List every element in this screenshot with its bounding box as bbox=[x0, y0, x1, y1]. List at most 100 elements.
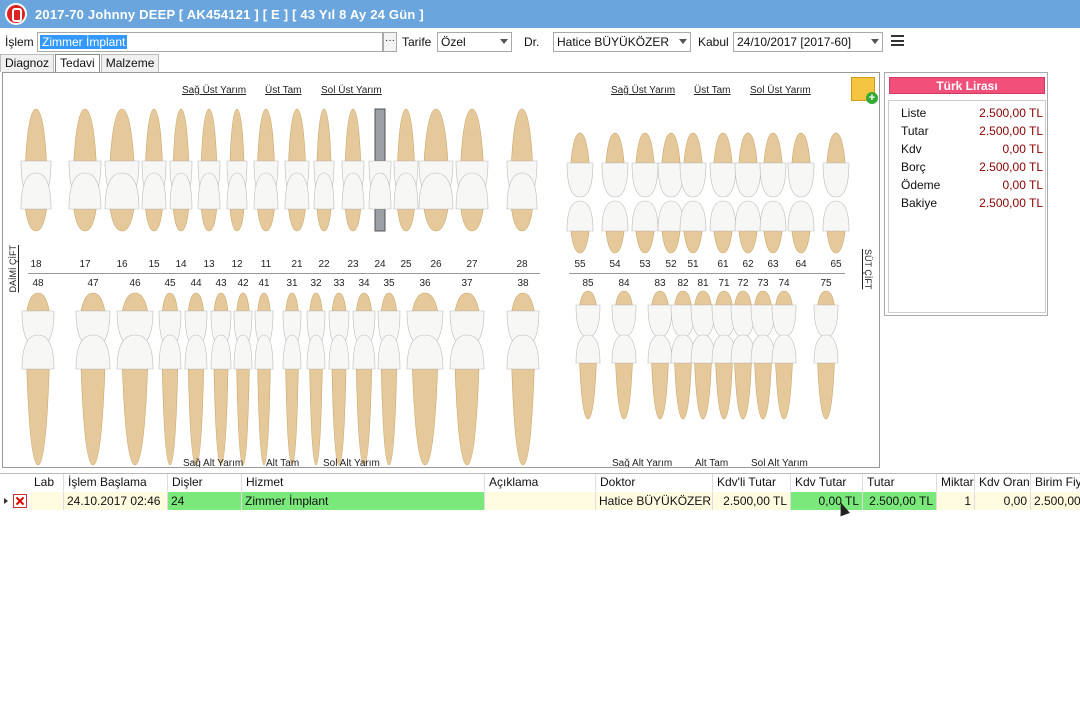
tooth-62-lower-view[interactable] bbox=[734, 200, 762, 254]
tooth-65-lower-view[interactable] bbox=[822, 200, 850, 254]
tooth-81-lower[interactable] bbox=[690, 334, 716, 420]
cell-service[interactable]: Zimmer İmplant bbox=[242, 492, 485, 510]
cell-teeth[interactable]: 24 bbox=[168, 492, 242, 510]
tooth-73-occlusal[interactable] bbox=[750, 290, 776, 338]
perm-lower-left-label[interactable]: Sol Alt Yarım bbox=[323, 458, 380, 467]
cell-kdvoran[interactable]: 0,00 bbox=[975, 492, 1031, 510]
tooth-36-lower[interactable] bbox=[406, 334, 444, 466]
tarife-select[interactable]: Özel bbox=[437, 32, 512, 52]
tooth-63-upper[interactable] bbox=[759, 132, 787, 198]
cell-kdvli[interactable]: 2.500,00 TL bbox=[713, 492, 791, 510]
tooth-25-lower-view[interactable] bbox=[393, 172, 419, 232]
tooth-65-upper[interactable] bbox=[822, 132, 850, 198]
tooth-55-lower-view[interactable] bbox=[566, 200, 594, 254]
tooth-75-lower[interactable] bbox=[813, 334, 839, 420]
tooth-45-lower[interactable] bbox=[158, 334, 182, 466]
add-note-button[interactable] bbox=[851, 77, 878, 104]
tooth-53-upper[interactable] bbox=[631, 132, 659, 198]
tooth-63-lower-view[interactable] bbox=[759, 200, 787, 254]
tooth-51-upper[interactable] bbox=[679, 132, 707, 198]
tooth-37-lower[interactable] bbox=[449, 334, 485, 466]
tooth-54-upper[interactable] bbox=[601, 132, 629, 198]
tooth-32-lower[interactable] bbox=[306, 334, 326, 466]
perm-lower-right-label[interactable]: Sağ Alt Yarım bbox=[183, 458, 243, 467]
tooth-46-lower[interactable] bbox=[116, 334, 154, 466]
islem-browse-button[interactable]: ··· bbox=[383, 32, 397, 52]
tooth-11-lower-view[interactable] bbox=[253, 172, 279, 232]
tooth-35-lower[interactable] bbox=[377, 334, 401, 466]
tab-tedavi[interactable]: Tedavi bbox=[55, 54, 100, 72]
tooth-26-lower-view[interactable] bbox=[418, 172, 454, 232]
tooth-28-lower-view[interactable] bbox=[506, 172, 538, 232]
col-kdvoran[interactable]: Kdv Oran bbox=[975, 474, 1031, 491]
tooth-42-lower[interactable] bbox=[233, 334, 253, 466]
doctor-select[interactable]: Hatice BÜYÜKÖZER bbox=[553, 32, 691, 52]
perm-upper-full-label[interactable]: Üst Tam bbox=[265, 85, 302, 96]
tooth-83-lower[interactable] bbox=[647, 334, 673, 420]
tab-diagnoz[interactable]: Diagnoz bbox=[0, 54, 55, 72]
tooth-21-lower-view[interactable] bbox=[284, 172, 310, 232]
col-desc[interactable]: Açıklama bbox=[485, 474, 596, 491]
tooth-53-lower-view[interactable] bbox=[631, 200, 659, 254]
tooth-43-lower[interactable] bbox=[210, 334, 232, 466]
tooth-13-lower-view[interactable] bbox=[197, 172, 221, 232]
tooth-41-lower[interactable] bbox=[254, 334, 274, 466]
cell-desc[interactable] bbox=[485, 492, 596, 510]
islem-input[interactable]: Zimmer İmplant bbox=[37, 32, 383, 52]
tooth-51-lower-view[interactable] bbox=[679, 200, 707, 254]
kabul-select[interactable]: 24/10/2017 [2017-60] bbox=[733, 32, 883, 52]
col-service[interactable]: Hizmet bbox=[242, 474, 485, 491]
col-birim[interactable]: Birim Fiyat bbox=[1031, 474, 1080, 491]
teeth-graphics[interactable] bbox=[3, 73, 880, 468]
tooth-61-upper[interactable] bbox=[709, 132, 737, 198]
cell-lab[interactable] bbox=[30, 492, 64, 510]
tooth-85-occlusal[interactable] bbox=[575, 290, 601, 338]
tooth-44-lower[interactable] bbox=[184, 334, 208, 466]
dec-lower-left-label[interactable]: Sol Alt Yarım bbox=[751, 458, 808, 467]
dec-lower-full-label[interactable]: Alt Tam bbox=[695, 458, 728, 467]
perm-lower-full-label[interactable]: Alt Tam bbox=[266, 458, 299, 467]
perm-upper-right-label[interactable]: Sağ Üst Yarım bbox=[182, 85, 246, 96]
tooth-15-lower-view[interactable] bbox=[141, 172, 167, 232]
perm-upper-left-label[interactable]: Sol Üst Yarım bbox=[321, 85, 382, 96]
tooth-38-lower[interactable] bbox=[506, 334, 540, 466]
col-kdv[interactable]: Kdv Tutar bbox=[791, 474, 863, 491]
cell-start[interactable]: 24.10.2017 02:46 bbox=[64, 492, 168, 510]
hamburger-menu-icon[interactable] bbox=[891, 35, 904, 46]
tooth-23-lower-view[interactable] bbox=[341, 172, 365, 232]
tooth-61-lower-view[interactable] bbox=[709, 200, 737, 254]
col-lab[interactable]: Lab bbox=[30, 474, 64, 491]
col-tutar[interactable]: Tutar bbox=[863, 474, 937, 491]
tooth-47-lower[interactable] bbox=[75, 334, 111, 466]
tooth-54-lower-view[interactable] bbox=[601, 200, 629, 254]
tooth-22-lower-view[interactable] bbox=[313, 172, 335, 232]
tooth-16-lower-view[interactable] bbox=[104, 172, 140, 232]
tooth-75-occlusal[interactable] bbox=[813, 290, 839, 338]
cell-kdv[interactable]: 0,00 TL bbox=[791, 492, 863, 510]
col-start[interactable]: İşlem Başlama bbox=[64, 474, 168, 491]
tooth-48-lower[interactable] bbox=[21, 334, 55, 466]
col-kdvli[interactable]: Kdv'li Tutar bbox=[713, 474, 791, 491]
tooth-17-lower-view[interactable] bbox=[68, 172, 102, 232]
col-teeth[interactable]: Dişler bbox=[168, 474, 242, 491]
tooth-14-lower-view[interactable] bbox=[169, 172, 193, 232]
tooth-62-upper[interactable] bbox=[734, 132, 762, 198]
tooth-73-lower[interactable] bbox=[750, 334, 776, 420]
tooth-31-lower[interactable] bbox=[282, 334, 302, 466]
tooth-82-lower[interactable] bbox=[670, 334, 696, 420]
tooth-74-lower[interactable] bbox=[771, 334, 797, 420]
tooth-12-lower-view[interactable] bbox=[226, 172, 248, 232]
cell-miktar[interactable]: 1 bbox=[937, 492, 975, 510]
tooth-33-lower[interactable] bbox=[328, 334, 350, 466]
cell-tutar[interactable]: 2.500,00 TL bbox=[863, 492, 937, 510]
tooth-81-occlusal[interactable] bbox=[690, 290, 716, 338]
tooth-72-lower[interactable] bbox=[730, 334, 756, 420]
tooth-85-lower[interactable] bbox=[575, 334, 601, 420]
tooth-64-upper[interactable] bbox=[787, 132, 815, 198]
dec-upper-right-label[interactable]: Sağ Üst Yarım bbox=[611, 85, 675, 96]
tooth-84-occlusal[interactable] bbox=[611, 290, 637, 338]
col-miktar[interactable]: Miktar bbox=[937, 474, 975, 491]
dec-lower-right-label[interactable]: Sağ Alt Yarım bbox=[612, 458, 672, 467]
tooth-64-lower-view[interactable] bbox=[787, 200, 815, 254]
col-doctor[interactable]: Doktor bbox=[596, 474, 713, 491]
